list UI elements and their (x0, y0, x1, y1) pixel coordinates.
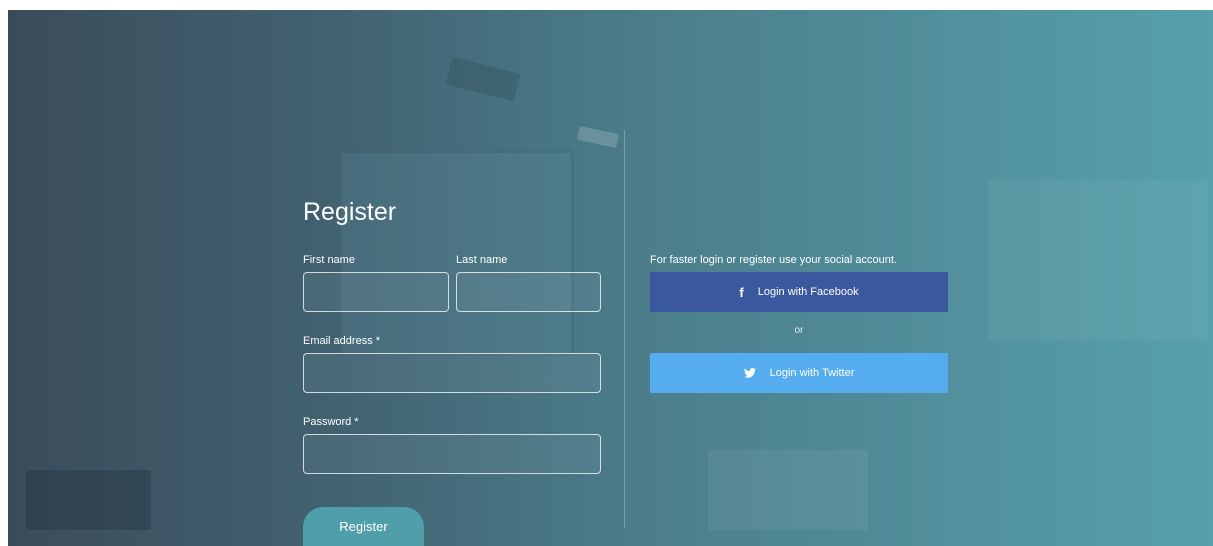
email-label-text: Email address (303, 335, 373, 347)
first-name-input[interactable] (303, 272, 449, 312)
required-mark: * (354, 416, 359, 428)
background-blur-shape (26, 470, 151, 530)
twitter-bird-icon (743, 368, 756, 378)
facebook-icon: f (739, 284, 744, 300)
required-mark: * (375, 335, 380, 347)
background-blur-shape (708, 450, 868, 530)
password-label-text: Password (303, 416, 352, 428)
register-title: Register (303, 198, 397, 226)
email-label: Email address * (303, 335, 380, 347)
background-blur-shape (576, 125, 620, 149)
last-name-label: Last name (456, 254, 508, 266)
background-blur-shape (445, 56, 521, 102)
email-input[interactable] (303, 353, 601, 393)
vertical-divider (624, 130, 625, 528)
twitter-login-label: Login with Twitter (769, 367, 855, 379)
background-image (8, 10, 1213, 546)
first-name-label: First name (303, 254, 355, 266)
last-name-input[interactable] (456, 272, 601, 312)
password-input[interactable] (303, 434, 601, 474)
facebook-login-button[interactable]: f Login with Facebook (650, 272, 948, 312)
facebook-login-label: Login with Facebook (757, 286, 859, 298)
password-label: Password * (303, 416, 359, 428)
or-separator: or (794, 325, 804, 336)
twitter-login-button[interactable]: Login with Twitter (650, 353, 948, 393)
background-blur-shape (988, 180, 1208, 340)
social-login-intro: For faster login or register use your so… (650, 254, 898, 266)
register-button[interactable]: Register (303, 507, 424, 546)
background-blur-shape (338, 150, 574, 356)
